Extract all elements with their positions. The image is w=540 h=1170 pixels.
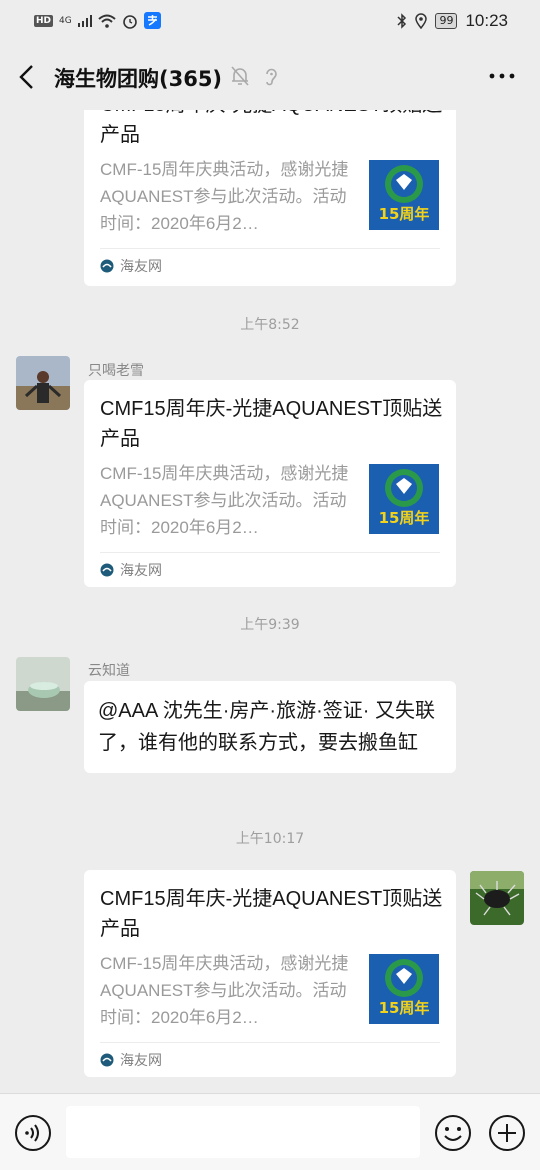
message-input[interactable] [66, 1106, 420, 1158]
source-name: 海友网 [120, 1053, 162, 1069]
message-timestamp: 上午9:39 [240, 617, 300, 633]
thumb-label: 15周年 [379, 205, 430, 223]
card-divider [100, 552, 440, 553]
voice-icon [15, 1115, 51, 1151]
chat-title: 海生物团购(365) [54, 67, 223, 91]
link-card[interactable]: CMF15周年庆-光捷AQUANEST顶贴送产品 CMF-15周年庆典活动，感谢… [84, 380, 456, 587]
title-status-icons [230, 65, 280, 87]
card-divider [100, 248, 440, 249]
sender-name: 云知道 [88, 663, 130, 679]
card-thumbnail: 15周年 [369, 160, 439, 230]
card-title: CMF15周年庆-光捷AQUANEST顶贴送产品 [100, 110, 442, 146]
card-description: CMF-15周年庆典活动，感谢光捷AQUANEST参与此次活动。活动时间：202… [100, 464, 349, 537]
location-icon [415, 13, 428, 29]
anniversary-logo-icon: 15周年 [369, 160, 439, 230]
plus-icon [489, 1115, 525, 1151]
sender-name: 只喝老雪 [88, 363, 144, 379]
earpiece-icon [266, 68, 277, 86]
emoji-button[interactable] [434, 1114, 472, 1152]
network-label: 4G [59, 15, 72, 26]
chat-message-list[interactable]: CMF15周年庆-光捷AQUANEST顶贴送产品 CMF-15周年庆典活动，感谢… [0, 110, 540, 1093]
card-description: CMF-15周年庆典活动，感谢光捷AQUANEST参与此次活动。活动时间：202… [100, 160, 349, 233]
card-source: 海友网 [100, 256, 162, 276]
status-bar: HD 4G 99 10:23 [0, 0, 540, 44]
avatar[interactable] [16, 657, 70, 711]
card-title: CMF15周年庆-光捷AQUANEST顶贴送产品 [100, 888, 443, 940]
my-avatar[interactable] [470, 871, 524, 925]
mute-bell-icon [231, 66, 249, 86]
thumb-label: 15周年 [379, 509, 430, 527]
source-logo-icon [100, 563, 114, 577]
source-name: 海友网 [120, 563, 162, 579]
message-timestamp: 上午10:17 [235, 831, 305, 847]
status-time: 10:23 [465, 11, 508, 30]
card-divider [100, 1042, 440, 1043]
voice-button[interactable] [14, 1114, 52, 1152]
card-source: 海友网 [100, 560, 162, 580]
more-functions-button[interactable] [488, 1114, 526, 1152]
person-photo-icon [16, 356, 70, 410]
signal-icon [77, 14, 92, 27]
avatar[interactable] [16, 356, 70, 410]
emoji-icon [435, 1115, 471, 1151]
back-arrow-icon [19, 65, 33, 89]
link-card[interactable]: CMF15周年庆-光捷AQUANEST顶贴送产品 CMF-15周年庆典活动，感谢… [84, 870, 456, 1077]
more-button[interactable] [488, 66, 516, 86]
sea-urchin-photo-icon [470, 871, 524, 925]
card-source: 海友网 [100, 1050, 162, 1070]
more-icon [489, 73, 515, 79]
card-thumbnail: 15周年 [369, 954, 439, 1024]
text-message-bubble[interactable]: @AAA 沈先生·房产·旅游·签证· 又失联了，谁有他的联系方式，要去搬鱼缸 [84, 681, 456, 773]
anniversary-logo-icon: 15周年 [369, 954, 439, 1024]
anniversary-logo-icon: 15周年 [369, 464, 439, 534]
input-bar [0, 1093, 540, 1170]
source-logo-icon [100, 1053, 114, 1067]
status-right: 99 10:23 [397, 11, 508, 31]
card-title: CMF15周年庆-光捷AQUANEST顶贴送产品 [100, 398, 443, 450]
source-name: 海友网 [120, 259, 162, 275]
card-description: CMF-15周年庆典活动，感谢光捷AQUANEST参与此次活动。活动时间：202… [100, 954, 349, 1027]
link-card[interactable]: CMF15周年庆-光捷AQUANEST顶贴送产品 CMF-15周年庆典活动，感谢… [84, 110, 456, 286]
alarm-icon [122, 14, 137, 29]
bluetooth-icon [397, 13, 407, 29]
message-timestamp: 上午8:52 [240, 317, 300, 333]
battery-indicator: 99 [435, 13, 458, 29]
status-left: HD 4G [34, 12, 161, 29]
teacup-photo-icon [16, 657, 70, 711]
hd-badge: HD [34, 14, 54, 27]
card-thumbnail: 15周年 [369, 464, 439, 534]
wifi-icon [98, 14, 116, 28]
thumb-label: 15周年 [379, 999, 430, 1017]
alipay-icon [143, 12, 161, 29]
back-button[interactable] [14, 62, 42, 92]
chat-header: 海生物团购(365) [0, 44, 540, 110]
source-logo-icon [100, 259, 114, 273]
